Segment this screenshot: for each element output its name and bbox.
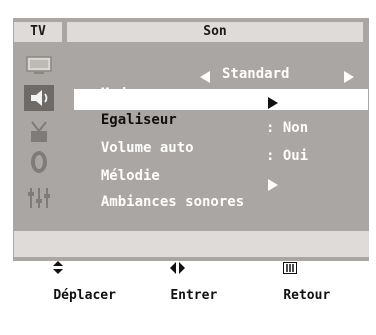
egaliseur-enter-arrow-icon[interactable] xyxy=(268,94,278,113)
setup-icon[interactable] xyxy=(24,149,54,175)
menu-item-melodie[interactable]: Mélodie xyxy=(84,146,160,184)
return-label: Retour xyxy=(283,288,331,303)
move-hint: Déplacer xyxy=(22,231,116,335)
mode-right-arrow-icon[interactable] xyxy=(344,68,354,87)
menu-item-ambiances-sonores[interactable]: Ambiances sonores xyxy=(84,172,244,210)
menu-item-mode[interactable]: Mode xyxy=(84,64,135,102)
menu-item-volume-auto[interactable]: Volume auto xyxy=(84,118,194,156)
up-down-arrow-icon xyxy=(53,261,64,274)
mode-value: Standard xyxy=(222,66,290,82)
return-hint: Retour xyxy=(252,231,330,335)
menu-item-egaliseur[interactable]: Egaliseur xyxy=(84,90,177,128)
enter-hint: Entrer xyxy=(139,231,217,335)
menu-return-icon xyxy=(283,262,298,274)
menu-item-label: Ambiances sonores xyxy=(100,194,245,210)
volume-auto-value: : Non xyxy=(266,120,309,136)
channel-icon[interactable] xyxy=(24,119,54,145)
menu-title: Son xyxy=(67,22,363,42)
enter-label: Entrer xyxy=(170,288,218,303)
mode-left-arrow-icon[interactable] xyxy=(200,68,210,87)
picture-icon[interactable] xyxy=(24,53,54,79)
input-icon[interactable] xyxy=(24,185,54,211)
menu-icon-bar xyxy=(18,47,62,224)
footer-help-bar: Déplacer Entrer Retour xyxy=(14,231,369,303)
melodie-value: : Oui xyxy=(266,148,309,164)
sound-icon[interactable] xyxy=(24,85,54,111)
ambiances-enter-arrow-icon[interactable] xyxy=(268,176,278,195)
tv-tab[interactable]: TV xyxy=(14,22,62,42)
left-right-arrow-icon xyxy=(170,262,186,274)
move-label: Déplacer xyxy=(53,288,116,303)
